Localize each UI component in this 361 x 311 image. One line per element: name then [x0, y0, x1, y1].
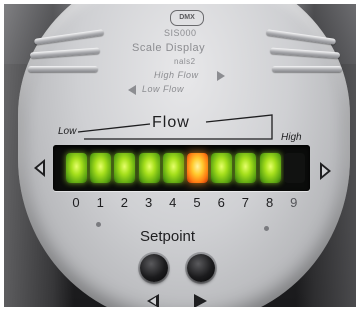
- left-triangle-icon: [34, 159, 45, 177]
- triangle-right-icon: [194, 294, 207, 307]
- setpoint-increase-button[interactable]: [187, 254, 215, 282]
- scale-number-1: 1: [96, 195, 104, 210]
- scale-number-6: 6: [217, 195, 225, 210]
- flow-title: Flow: [152, 114, 190, 131]
- led-segment-7: [235, 153, 257, 183]
- led-segment-6: [211, 153, 233, 183]
- led-segment-9: [283, 153, 305, 183]
- setpoint-decrease-button[interactable]: [140, 254, 168, 282]
- led-segment-8: [259, 153, 281, 183]
- flow-low-label: Low: [58, 126, 77, 137]
- setpoint-label: Setpoint: [140, 228, 196, 245]
- led-segment-1: [90, 153, 112, 183]
- led-segment-4: [162, 153, 184, 183]
- led-segment-3: [138, 153, 160, 183]
- scale-number-2: 2: [120, 195, 128, 210]
- led-segment-2: [114, 153, 136, 183]
- scale-number-8: 8: [265, 195, 274, 210]
- indicator-dot-right: [264, 226, 269, 231]
- triangle-left-icon: [147, 294, 159, 307]
- indicator-dot-left: [96, 222, 101, 227]
- scale-number-9: 9: [290, 195, 298, 210]
- scale-number-4: 4: [169, 195, 177, 210]
- device-photo: DMX SIS000 Scale Display nals2 High Flow…: [4, 4, 356, 307]
- right-triangle-icon: [320, 162, 331, 180]
- led-segment-5: [187, 153, 208, 183]
- flow-high-label: High: [281, 132, 302, 143]
- scale-number-0: 0: [72, 195, 80, 210]
- scale-number-7: 7: [241, 195, 249, 210]
- scale-number-5: 5: [193, 195, 201, 210]
- led-bargraph: [53, 145, 310, 191]
- scale-number-3: 3: [144, 195, 153, 210]
- led-segment-0: [66, 153, 87, 183]
